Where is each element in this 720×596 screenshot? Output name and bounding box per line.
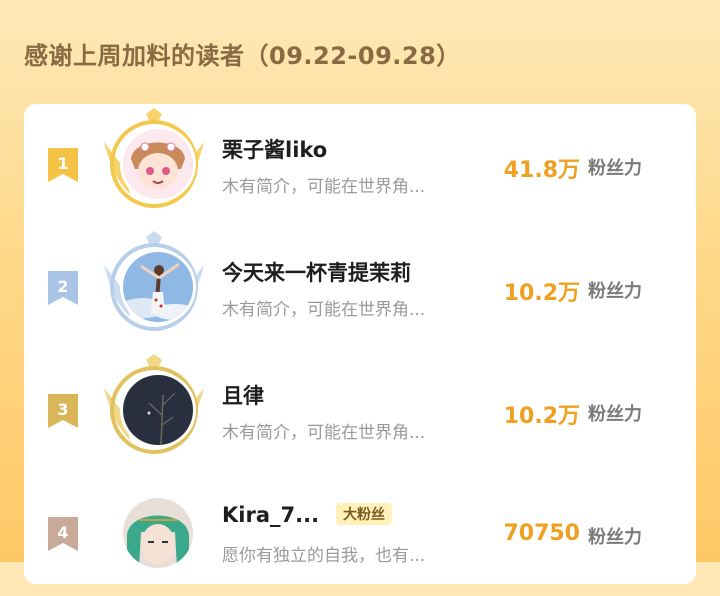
anime-green-hair-avatar-icon xyxy=(123,498,193,568)
fan-power-value: 10.2万 xyxy=(503,404,580,429)
reader-row[interactable]: 2 今天来一杯青提茉莉 木有简介，可能在世界角... 10.2万 粉丝力 xyxy=(24,227,696,350)
avatar-frame xyxy=(96,108,212,220)
reader-description: 木有简介，可能在世界角... xyxy=(222,300,426,320)
rank-badge-icon: 4 xyxy=(48,517,78,551)
reader-description: 木有简介，可能在世界角... xyxy=(222,423,426,443)
reader-description: 木有简介，可能在世界角... xyxy=(222,177,426,197)
reader-name: Kira_7... xyxy=(222,503,320,527)
reader-row[interactable]: 1 栗子酱liko 木有简介，可能在世界角... 41.8万 粉丝力 xyxy=(24,104,696,227)
reader-description: 愿你有独立的自我，也有... xyxy=(222,546,426,566)
svg-text:2: 2 xyxy=(57,277,68,296)
rank-badge-icon: 1 xyxy=(48,148,78,182)
dark-plant-avatar-icon xyxy=(123,375,193,445)
avatar xyxy=(120,126,196,202)
anime-girl-avatar-icon xyxy=(123,129,193,199)
avatar xyxy=(120,249,196,325)
page-title: 感谢上周加料的读者（09.22-09.28） xyxy=(24,42,461,70)
fan-power-label: 粉丝力 xyxy=(588,404,642,425)
avatar-frame xyxy=(96,354,212,466)
svg-text:3: 3 xyxy=(57,400,68,419)
big-fan-badge: 大粉丝 xyxy=(336,503,392,525)
svg-text:4: 4 xyxy=(57,523,68,542)
svg-text:1: 1 xyxy=(57,154,68,173)
avatar xyxy=(120,495,196,571)
reader-name: 栗子酱liko xyxy=(222,138,328,162)
reader-row[interactable]: 4 Kira_7... 大粉丝 愿你有独立的自我，也有... 70750 粉丝力 xyxy=(24,473,696,596)
reader-name: 今天来一杯青提茉莉 xyxy=(222,261,411,285)
girl-sky-avatar-icon xyxy=(123,252,193,322)
avatar xyxy=(120,372,196,448)
avatar-frame xyxy=(96,477,212,589)
fan-power-value: 10.2万 xyxy=(503,281,580,306)
reader-row[interactable]: 3 且律 木有简介，可能在世界角... 10.2万 粉丝力 xyxy=(24,350,696,473)
fan-power-label: 粉丝力 xyxy=(588,527,642,548)
fan-power-value: 70750 xyxy=(503,521,580,546)
fan-power-label: 粉丝力 xyxy=(588,158,642,179)
reader-name: 且律 xyxy=(222,384,264,408)
reader-list-card: 1 栗子酱liko 木有简介，可能在世界角... 41.8万 粉丝力 2 今天来… xyxy=(24,104,696,584)
fan-power-value: 41.8万 xyxy=(503,158,580,183)
avatar-frame xyxy=(96,231,212,343)
rank-badge-icon: 3 xyxy=(48,394,78,428)
fan-power-label: 粉丝力 xyxy=(588,281,642,302)
rank-badge-icon: 2 xyxy=(48,271,78,305)
